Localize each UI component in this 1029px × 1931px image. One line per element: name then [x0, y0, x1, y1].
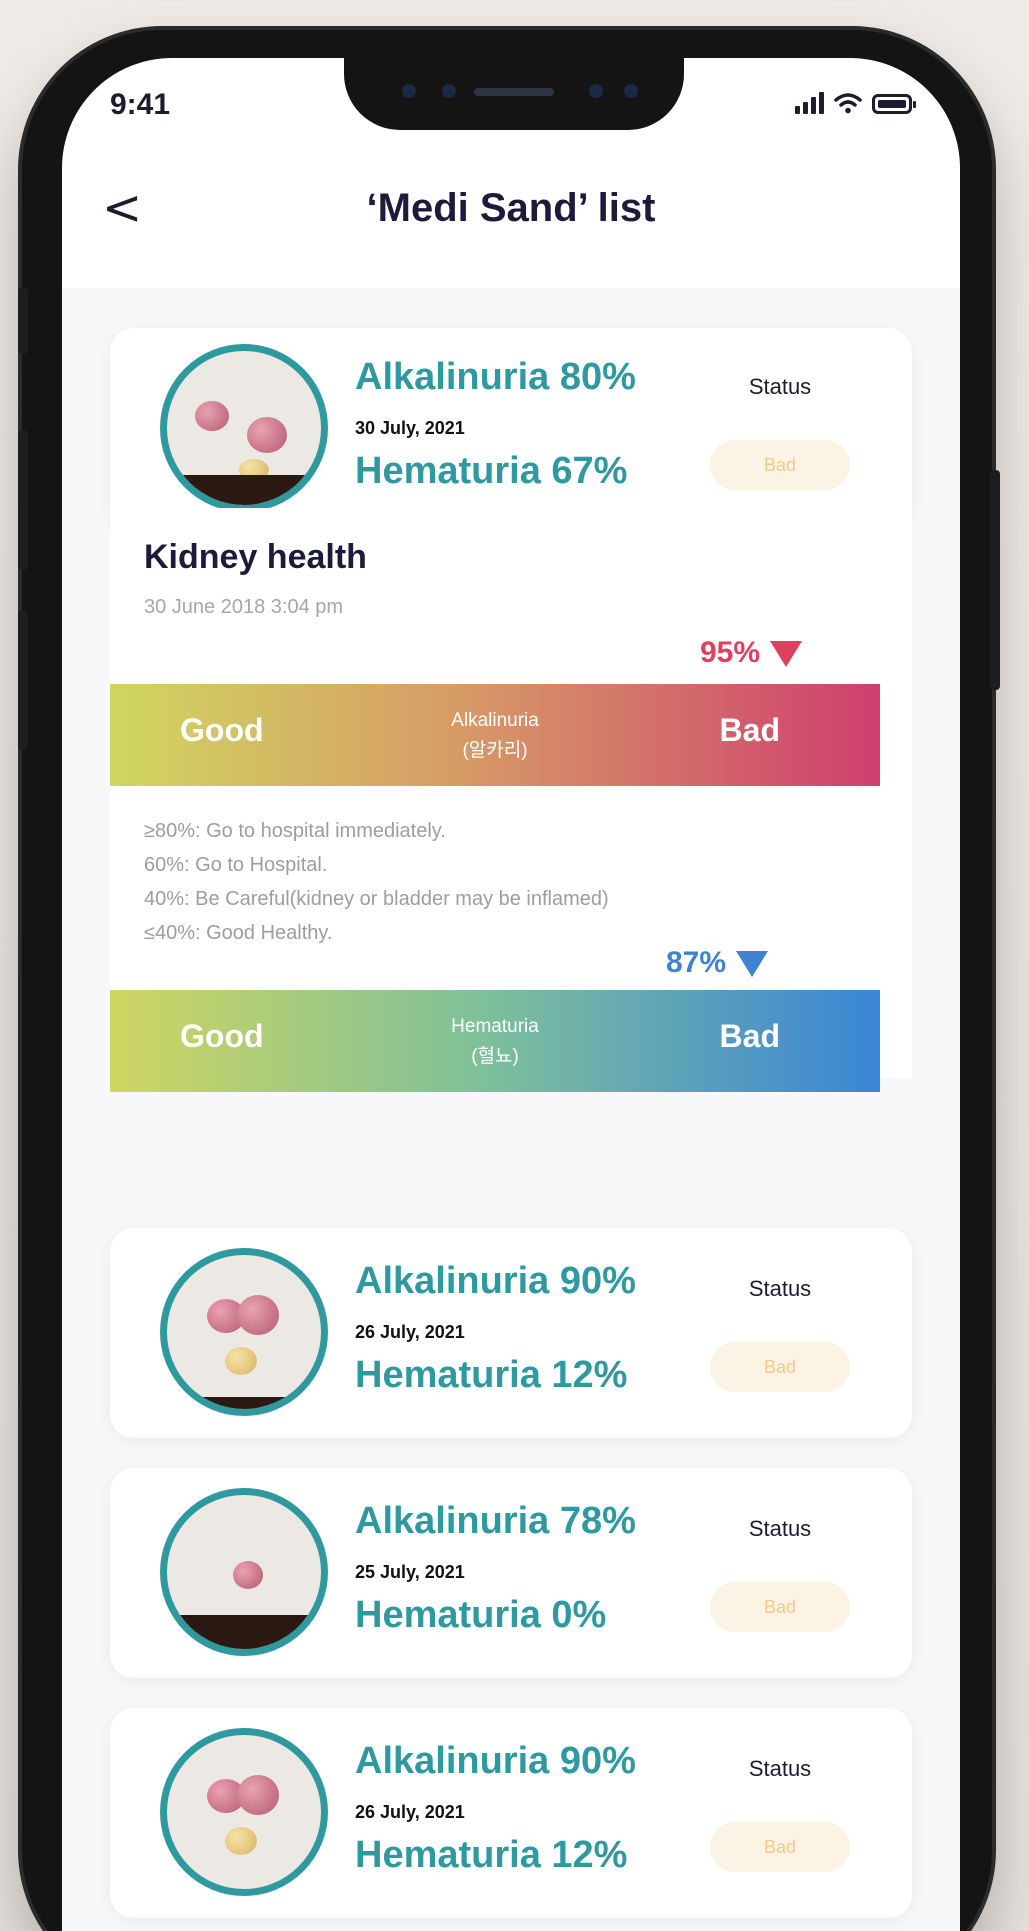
hematuria-value: Hematuria 12% [355, 1834, 628, 1876]
signal-icon [795, 92, 824, 114]
phone-screen: 9:41 < ‘Medi Sand’ list Alkalinuria 80% … [62, 58, 960, 1931]
status-badge: Bad [710, 1822, 850, 1872]
status-label: Status [748, 1516, 812, 1541]
mute-switch [18, 288, 28, 354]
sample-photo [160, 1728, 328, 1896]
sample-blob [247, 417, 287, 453]
speaker-grille [474, 88, 554, 96]
alkalinuria-value: Alkalinuria 78% [355, 1500, 636, 1542]
status-label: Status [748, 374, 812, 399]
record-list: Alkalinuria 80% 30 July, 2021 Hematuria … [62, 288, 960, 1931]
legend-line: ≥80%: Go to hospital immediately. [144, 820, 446, 842]
volume-down-button [18, 610, 28, 750]
kidney-health-date: 30 June 2018 3:04 pm [144, 596, 344, 618]
kidney-health-title: Kidney health [144, 538, 367, 576]
record-date: 30 July, 2021 [355, 418, 465, 438]
sample-photo [160, 1248, 328, 1416]
status-time: 9:41 [110, 88, 171, 121]
battery-icon [872, 94, 916, 114]
notch [344, 58, 684, 130]
sensor-icon [624, 84, 638, 98]
sample-shadow [167, 1615, 321, 1649]
gauge-bad-label: Bad [719, 712, 780, 748]
list-item[interactable]: Alkalinuria 90% 26 July, 2021 Hematuria … [110, 1708, 912, 1918]
sensor-icon [442, 84, 456, 98]
page-title: ‘Medi Sand’ list [366, 186, 656, 230]
camera-icon [402, 84, 416, 98]
alkalinuria-value: Alkalinuria 80% [355, 356, 636, 398]
status-label: Status [748, 1276, 812, 1301]
sample-blob [225, 1827, 257, 1855]
record-date: 25 July, 2021 [355, 1562, 465, 1582]
status-badge: Bad [710, 440, 850, 490]
marker-triangle-icon [770, 641, 803, 668]
status-badge: Bad [710, 1342, 850, 1392]
sample-blob [233, 1561, 263, 1589]
wifi-icon [834, 93, 862, 114]
status-label: Status [748, 1756, 812, 1781]
sample-blob [195, 401, 229, 431]
status-icons [795, 92, 916, 114]
sample-shadow [167, 1397, 321, 1409]
volume-up-button [18, 430, 28, 570]
legend-line: 60%: Go to Hospital. [144, 854, 328, 876]
sample-shadow [167, 475, 321, 505]
hematuria-value: Hematuria 12% [355, 1354, 628, 1396]
alkalinuria-gauge-value: 95% [700, 636, 803, 670]
hematuria-value: Hematuria 0% [355, 1594, 607, 1636]
list-item[interactable]: Alkalinuria 80% 30 July, 2021 Hematuria … [110, 328, 912, 528]
legend-line: ≤40%: Good Healthy. [144, 922, 333, 944]
list-item[interactable]: Alkalinuria 90% 26 July, 2021 Hematuria … [110, 1228, 912, 1438]
power-button [990, 470, 1000, 690]
alkalinuria-value: Alkalinuria 90% [355, 1740, 636, 1782]
record-date: 26 July, 2021 [355, 1322, 465, 1342]
alkalinuria-value: Alkalinuria 90% [355, 1260, 636, 1302]
hematuria-gauge: Good Hematuria (혈뇨) Bad [110, 990, 880, 1092]
hematuria-gauge-percent: 87% [666, 946, 727, 979]
alkalinuria-gauge: Good Alkalinuria (알카리) Bad [110, 684, 880, 786]
sensor-icon [589, 84, 603, 98]
list-item[interactable]: Alkalinuria 78% 25 July, 2021 Hematuria … [110, 1468, 912, 1678]
sample-blob [237, 1295, 279, 1335]
sample-blob [237, 1775, 279, 1815]
alkalinuria-gauge-percent: 95% [700, 636, 761, 669]
severity-legend: ≥80%: Go to hospital immediately. 60%: G… [144, 814, 609, 950]
kidney-health-panel: Kidney health 30 June 2018 3:04 pm 95% G… [110, 508, 912, 1092]
nav-header: < ‘Medi Sand’ list [62, 168, 960, 268]
sample-blob [225, 1347, 257, 1375]
sample-photo [160, 344, 328, 512]
record-date: 26 July, 2021 [355, 1802, 465, 1822]
hematuria-gauge-value: 87% [666, 946, 769, 980]
legend-line: 40%: Be Careful(kidney or bladder may be… [144, 888, 609, 910]
marker-triangle-icon [736, 951, 769, 978]
sample-photo [160, 1488, 328, 1656]
gauge-bad-label: Bad [719, 1018, 780, 1054]
status-badge: Bad [710, 1582, 850, 1632]
hematuria-value: Hematuria 67% [355, 450, 628, 492]
